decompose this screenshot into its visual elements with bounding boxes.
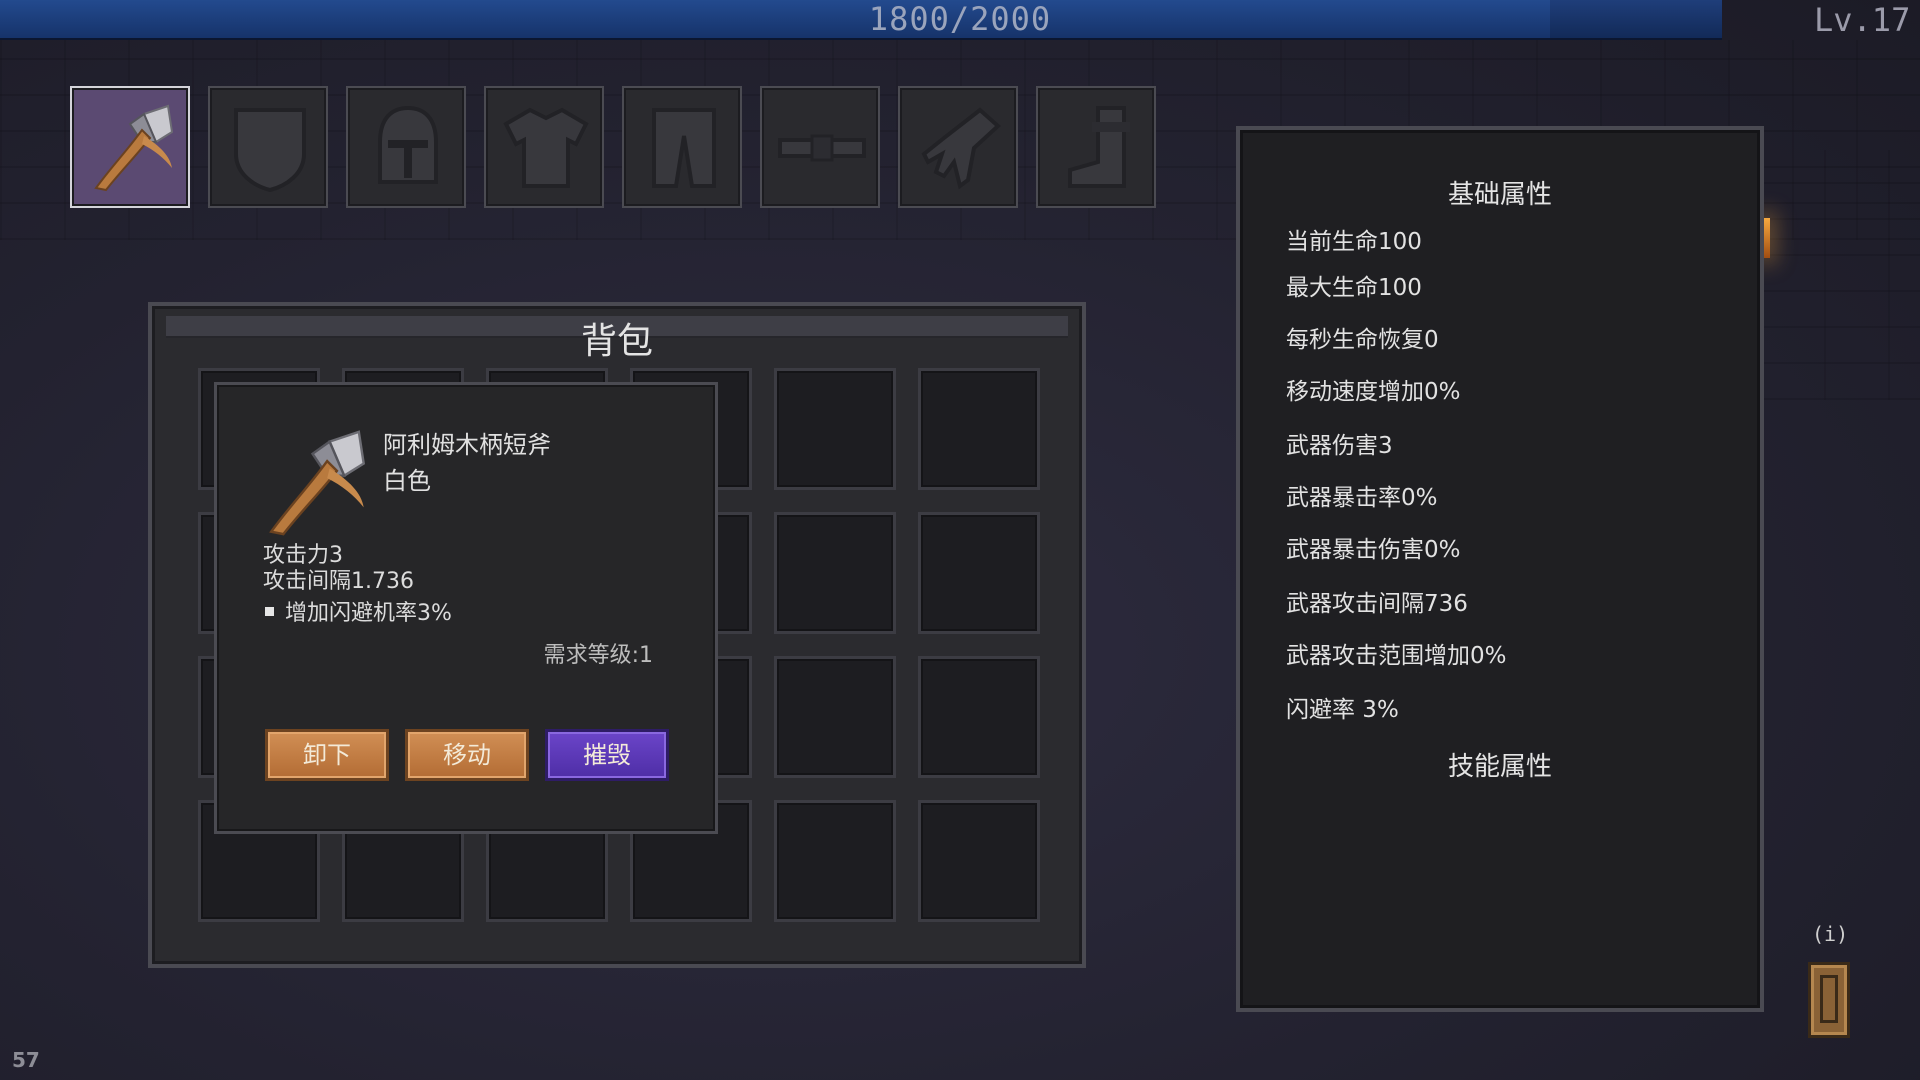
fps-counter: 57	[12, 1048, 40, 1072]
bag-slot[interactable]	[774, 800, 896, 922]
equip-slot-helmet[interactable]	[346, 86, 466, 208]
bag-title: 背包	[580, 321, 653, 362]
equip-slot-gloves[interactable]	[898, 86, 1018, 208]
bag-slot[interactable]	[918, 800, 1040, 922]
experience-text: 1800/2000	[868, 0, 1052, 38]
bag-slot[interactable]	[774, 512, 896, 634]
item-bonus: 增加闪避机率3%	[285, 601, 452, 626]
stat-line: 每秒生命恢复0	[1286, 327, 1439, 353]
book-icon	[1820, 975, 1838, 1023]
level-text: Lv.17	[1814, 1, 1911, 39]
bag-slot[interactable]	[918, 512, 1040, 634]
stat-line: 武器攻击范围增加0%	[1286, 643, 1507, 669]
dungeon-wall-right	[1760, 150, 1920, 400]
stat-line: 武器攻击间隔736	[1286, 591, 1468, 617]
move-button[interactable]: 移动	[405, 729, 529, 781]
equip-slot-pants[interactable]	[622, 86, 742, 208]
bag-slot[interactable]	[918, 368, 1040, 490]
item-rarity: 白色	[383, 467, 431, 495]
unequip-button[interactable]: 卸下	[265, 729, 389, 781]
armor-icon	[503, 107, 589, 188]
stat-line: 武器暴击伤害0%	[1286, 537, 1461, 563]
stat-line: 当前生命100	[1286, 229, 1422, 255]
journal-book-button[interactable]	[1808, 962, 1850, 1038]
item-tooltip: 阿利姆木柄短斧 白色 攻击力3 攻击间隔1.736 增加闪避机率3% 需求等级:…	[214, 382, 718, 834]
equip-slot-boots[interactable]	[1036, 86, 1156, 208]
bag-slot[interactable]	[774, 656, 896, 778]
stats-panel: 基础属性 当前生命100 最大生命100 每秒生命恢复0 移动速度增加0% 武器伤害3 武…	[1236, 126, 1764, 1012]
bag-slot[interactable]	[918, 656, 1040, 778]
stat-line: 最大生命100	[1286, 275, 1422, 301]
belt-icon	[778, 134, 866, 162]
item-attack-interval: 攻击间隔1.736	[263, 569, 414, 594]
info-label: (i)	[1812, 922, 1849, 946]
item-name: 阿利姆木柄短斧	[383, 431, 551, 459]
bag-slot[interactable]	[774, 368, 896, 490]
equip-slot-armor[interactable]	[484, 86, 604, 208]
pants-icon	[652, 108, 716, 188]
base-stats-title: 基础属性	[1447, 180, 1552, 210]
stat-line: 闪避率 3%	[1286, 697, 1399, 723]
skill-stats-title: 技能属性	[1447, 752, 1552, 782]
equip-slot-belt[interactable]	[760, 86, 880, 208]
axe-icon	[94, 104, 174, 192]
stat-line: 武器伤害3	[1286, 433, 1393, 459]
destroy-button[interactable]: 摧毁	[545, 729, 669, 781]
item-required-level: 需求等级:1	[543, 643, 653, 668]
glove-icon	[921, 107, 1001, 190]
equip-slot-shield[interactable]	[208, 86, 328, 208]
helmet-icon	[378, 105, 438, 184]
axe-icon	[269, 430, 366, 536]
stat-line: 武器暴击率0%	[1286, 485, 1438, 511]
stat-line: 移动速度增加0%	[1286, 379, 1461, 405]
bonus-bullet	[265, 607, 274, 616]
shield-icon	[234, 108, 306, 193]
equip-slot-weapon[interactable]	[70, 86, 190, 208]
boot-icon	[1068, 106, 1130, 188]
